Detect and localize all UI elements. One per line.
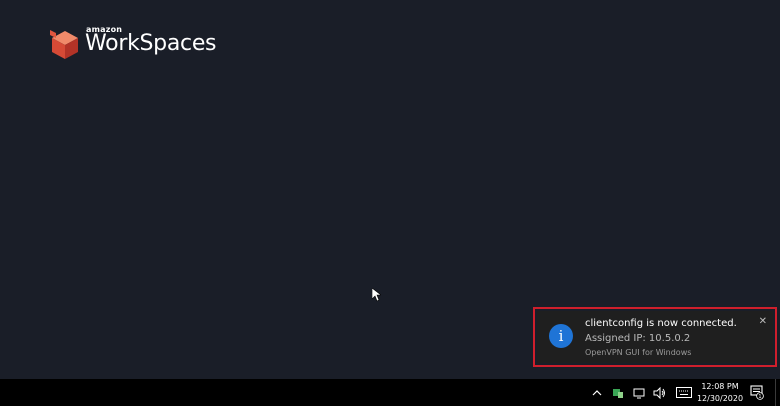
chevron-up-icon[interactable] xyxy=(592,386,602,399)
notification-highlight: i clientconfig is now connected. Assigne… xyxy=(533,307,777,367)
desktop: amazon WorkSpaces i clientconfig is now … xyxy=(0,0,780,379)
info-icon: i xyxy=(549,324,573,348)
system-clock[interactable]: 12:08 PM 12/30/2020 xyxy=(695,381,745,405)
taskbar: 12:08 PM 12/30/2020 1 xyxy=(0,379,780,406)
notification-source: OpenVPN GUI for Windows xyxy=(585,348,692,357)
action-center-icon[interactable]: 1 xyxy=(750,385,764,400)
keyboard-icon[interactable] xyxy=(676,386,692,399)
network-icon[interactable] xyxy=(633,386,645,399)
mouse-pointer-icon xyxy=(372,288,381,302)
logo-amazon-text: amazon xyxy=(86,25,123,34)
logo-workspaces-text: WorkSpaces xyxy=(85,31,217,56)
cube-logo-icon xyxy=(50,30,78,59)
notification-count: 1 xyxy=(758,394,761,400)
notification-toast[interactable]: i clientconfig is now connected. Assigne… xyxy=(537,311,773,363)
volume-icon[interactable] xyxy=(653,386,666,399)
show-desktop-button[interactable] xyxy=(775,379,780,406)
clock-time: 12:08 PM xyxy=(701,382,739,391)
workspaces-logo: amazon WorkSpaces xyxy=(48,25,217,61)
notification-body: Assigned IP: 10.5.0.2 xyxy=(585,333,691,344)
network-shield-icon[interactable] xyxy=(612,386,624,399)
clock-date: 12/30/2020 xyxy=(696,394,744,403)
notification-title: clientconfig is now connected. xyxy=(585,318,737,329)
close-icon[interactable]: ✕ xyxy=(759,316,767,327)
